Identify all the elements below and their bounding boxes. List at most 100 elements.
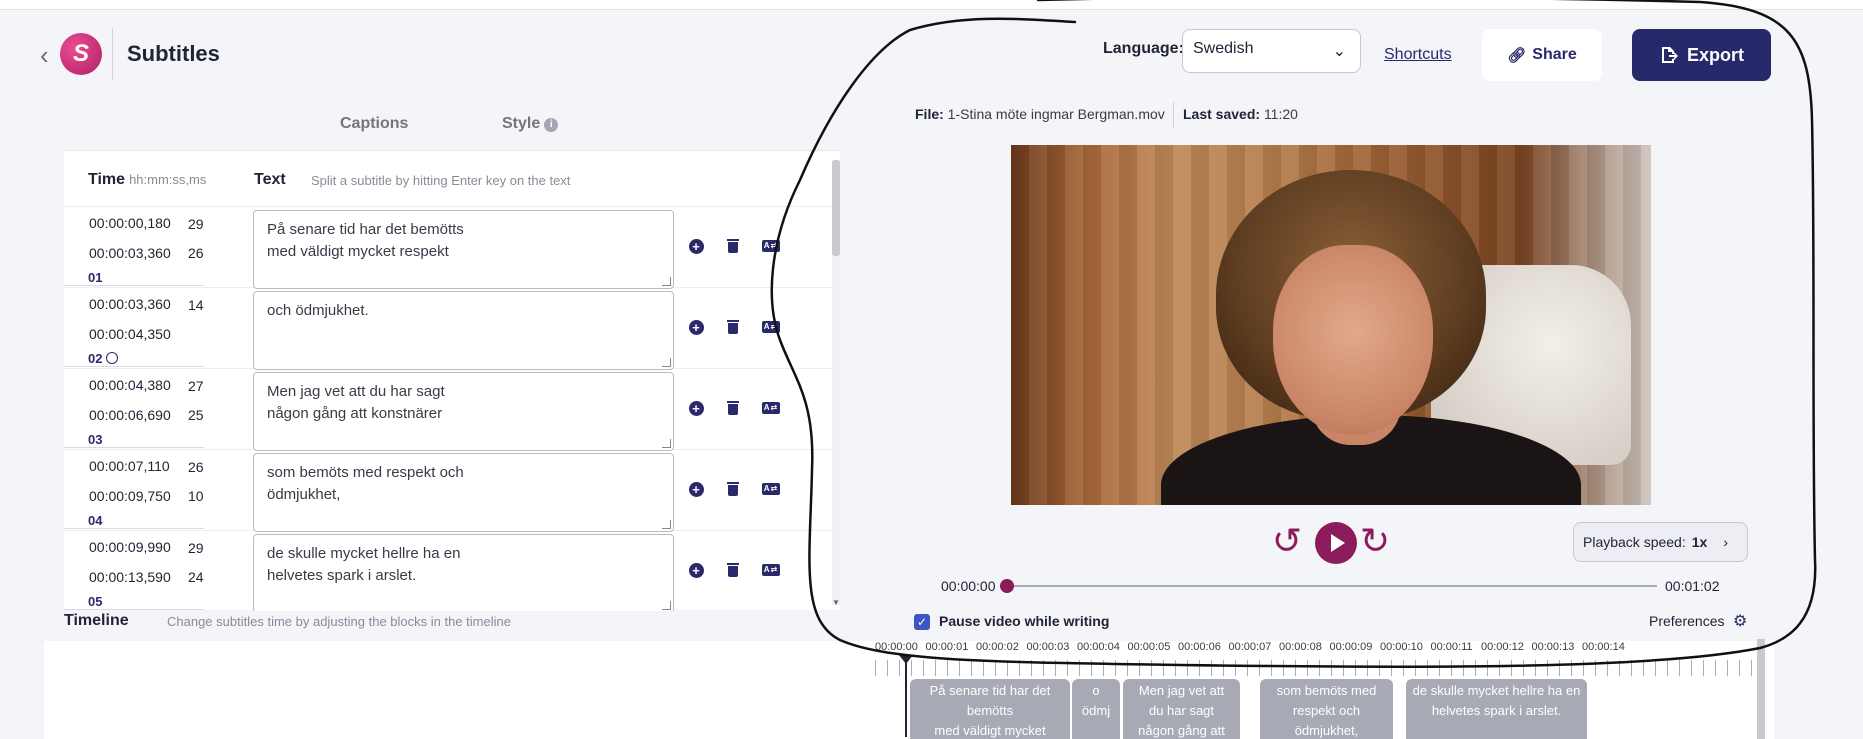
timeline-ruler[interactable]: 00:00:00 00:00:01 00:00:02 00:00:03 00:00:04… xyxy=(875,639,1764,739)
video-player[interactable] xyxy=(1011,145,1651,505)
subtitle-text-input[interactable]: och ödmjukhet. xyxy=(253,291,674,370)
plus-circle-icon: + xyxy=(688,400,704,416)
translate-icon: A⇄ xyxy=(762,483,780,495)
tab-style[interactable]: Style i xyxy=(502,115,559,133)
start-time[interactable]: 00:00:04,380 xyxy=(89,377,171,393)
delete-subtitle-button[interactable] xyxy=(724,318,742,336)
file-info-divider xyxy=(1173,102,1174,128)
play-button[interactable] xyxy=(1315,522,1357,564)
scrollbar-thumb[interactable] xyxy=(832,160,840,256)
translate-subtitle-button[interactable]: A⇄ xyxy=(762,561,780,579)
tab-captions[interactable]: Captions xyxy=(340,115,408,133)
subtitle-number: 05 xyxy=(88,594,103,609)
language-select[interactable]: Swedish ⌄ xyxy=(1182,29,1361,73)
timeline-tick-label: 00:00:02 xyxy=(976,641,1019,653)
end-time[interactable]: 00:00:09,750 xyxy=(89,488,171,504)
delete-subtitle-button[interactable] xyxy=(724,399,742,417)
line2-char-count: 25 xyxy=(188,407,204,423)
timeline-tick-label: 00:00:00 xyxy=(875,641,918,653)
seek-handle[interactable] xyxy=(1000,579,1014,593)
trash-icon xyxy=(727,320,739,334)
end-time[interactable]: 00:00:13,590 xyxy=(89,569,171,585)
back-icon[interactable]: ‹ xyxy=(40,42,49,68)
timeline-tick-label: 00:00:08 xyxy=(1279,641,1322,653)
file-name: 1-Stina möte ingmar Bergman.mov xyxy=(947,106,1165,122)
top-bar xyxy=(0,0,1863,10)
shortcuts-link[interactable]: Shortcuts xyxy=(1384,46,1452,64)
row-divider xyxy=(64,366,204,367)
info-icon[interactable]: i xyxy=(544,118,559,132)
translate-subtitle-button[interactable]: A⇄ xyxy=(762,480,780,498)
add-subtitle-button[interactable]: + xyxy=(687,237,705,255)
subtitle-text-input[interactable]: som bemöts med respekt och ödmjukhet, xyxy=(253,453,674,532)
end-time[interactable]: 00:00:04,350 xyxy=(89,326,171,342)
start-time[interactable]: 00:00:07,110 xyxy=(89,458,170,474)
translate-subtitle-button[interactable]: A⇄ xyxy=(762,399,780,417)
end-time[interactable]: 00:00:03,360 xyxy=(89,245,171,261)
start-time[interactable]: 00:00:00,180 xyxy=(89,215,171,231)
start-time[interactable]: 00:00:03,360 xyxy=(89,296,171,312)
end-time[interactable]: 00:00:06,690 xyxy=(89,407,171,423)
timeline-clip[interactable]: På senare tid har det bemötts med väldig… xyxy=(910,679,1070,739)
pause-video-checkbox[interactable]: ✓ xyxy=(914,614,930,630)
delete-subtitle-button[interactable] xyxy=(724,237,742,255)
translate-subtitle-button[interactable]: A⇄ xyxy=(762,237,780,255)
timeline-clip[interactable]: de skulle mycket hellre ha en helvetes s… xyxy=(1406,679,1587,739)
playback-speed-button[interactable]: Playback speed: 1x › xyxy=(1573,522,1748,562)
forward-icon[interactable]: ↻ xyxy=(1360,523,1390,559)
subtitle-scrollbar[interactable] xyxy=(832,160,840,605)
row-divider xyxy=(64,609,204,610)
subtitle-text-input[interactable]: På senare tid har det bemötts med väldig… xyxy=(253,210,674,289)
subtitle-row: 00:00:04,380 00:00:06,690 27 25 03 Men j… xyxy=(64,369,834,451)
timeline-tick-label: 00:00:10 xyxy=(1380,641,1423,653)
pause-video-label: Pause video while writing xyxy=(939,613,1110,629)
timeline-tick-label: 00:00:05 xyxy=(1127,641,1171,653)
speed-label: Playback speed: xyxy=(1583,534,1686,550)
header-divider xyxy=(112,28,113,80)
add-subtitle-button[interactable]: + xyxy=(687,480,705,498)
preferences-label[interactable]: Preferences xyxy=(1649,613,1724,629)
timeline-clip[interactable]: som bemöts med respekt och ödmjukhet, xyxy=(1260,679,1393,739)
timeline-tick-label: 00:00:09 xyxy=(1329,641,1373,653)
gear-icon[interactable]: ⚙ xyxy=(1733,611,1747,631)
translate-subtitle-button[interactable]: A⇄ xyxy=(762,318,780,336)
subtitle-row: 00:00:03,360 00:00:04,350 14 02 och ödmj… xyxy=(64,288,834,370)
plus-circle-icon: + xyxy=(688,238,704,254)
last-saved-label: Last saved: xyxy=(1183,106,1261,122)
timeline-clip[interactable]: Men jag vet att du har sagt någon gång a… xyxy=(1123,679,1240,739)
add-subtitle-button[interactable]: + xyxy=(687,561,705,579)
language-label: Language: xyxy=(1103,40,1184,57)
row-divider xyxy=(64,447,204,448)
timeline-playhead[interactable] xyxy=(899,655,913,737)
delete-subtitle-button[interactable] xyxy=(724,480,742,498)
start-time[interactable]: 00:00:09,990 xyxy=(89,539,171,555)
add-subtitle-button[interactable]: + xyxy=(687,399,705,417)
file-label: File: xyxy=(915,106,944,122)
subtitle-number: 03 xyxy=(88,432,103,447)
line1-char-count: 14 xyxy=(188,297,204,313)
scroll-down-arrow-icon[interactable]: ▼ xyxy=(832,598,840,607)
add-subtitle-button[interactable]: + xyxy=(687,318,705,336)
seek-bar[interactable] xyxy=(1005,585,1657,587)
line1-char-count: 27 xyxy=(188,378,204,394)
time-column-header: Time hh:mm:ss,ms xyxy=(88,171,206,189)
share-button[interactable]: 🔗︎ Share xyxy=(1482,29,1602,81)
last-saved-value: 11:20 xyxy=(1263,106,1298,122)
line1-char-count: 29 xyxy=(188,540,204,556)
delete-subtitle-button[interactable] xyxy=(724,561,742,579)
timeline-tick-label: 00:00:01 xyxy=(925,641,969,653)
rewind-icon[interactable]: ↺ xyxy=(1272,523,1302,559)
timeline-tick-label: 00:00:04 xyxy=(1077,641,1120,653)
text-column-hint: Split a subtitle by hitting Enter key on… xyxy=(311,173,571,188)
export-button[interactable]: Export xyxy=(1632,29,1771,81)
subtitle-text-input[interactable]: Men jag vet att du har sagt någon gång a… xyxy=(253,372,674,451)
app-logo: S xyxy=(60,33,102,75)
plus-circle-icon: + xyxy=(688,481,704,497)
timeline-tick-label: 00:00:12 xyxy=(1481,641,1524,653)
translate-icon: A⇄ xyxy=(762,564,780,576)
subtitle-text-input[interactable]: de skulle mycket hellre ha en helvetes s… xyxy=(253,534,674,611)
tab-style-label: Style xyxy=(502,115,541,132)
translate-icon: A⇄ xyxy=(762,402,780,414)
timeline-scrollbar[interactable] xyxy=(1757,639,1765,739)
timeline-clip[interactable]: o ödmj xyxy=(1072,679,1120,739)
